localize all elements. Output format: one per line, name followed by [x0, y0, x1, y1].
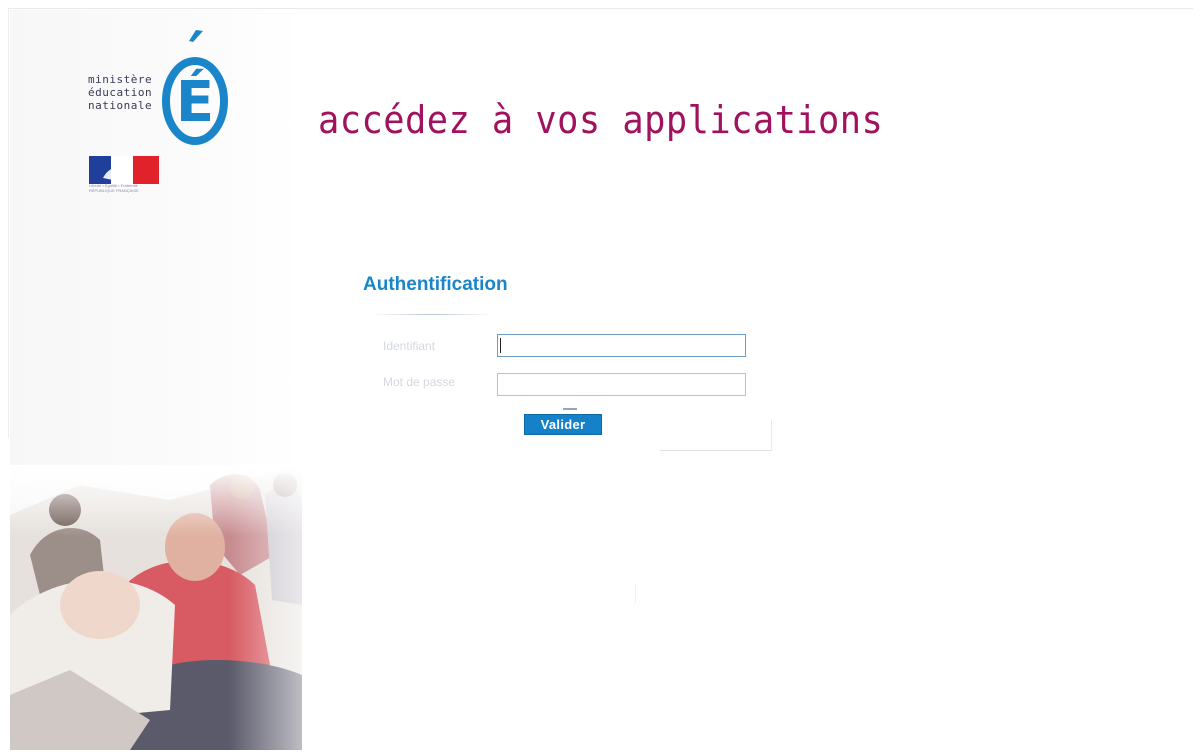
accent-mark-icon — [189, 30, 203, 42]
republique-francaise-flag-icon — [89, 156, 159, 184]
emblem-letter: É — [176, 69, 214, 135]
identifier-label: Identifiant — [383, 339, 436, 353]
top-border — [8, 8, 1193, 9]
form-frame-bottom-edge — [660, 450, 772, 451]
page-headline: accédez à vos applications — [318, 98, 884, 142]
password-label: Mot de passe — [383, 375, 456, 389]
auth-title-divider — [372, 314, 492, 315]
faint-mark — [635, 585, 636, 603]
flag-caption: Liberté • Égalité • Fraternité RÉPUBLIQU… — [89, 183, 169, 193]
login-page: ministère éducation nationale É Liberté … — [0, 0, 1201, 755]
left-border — [8, 8, 9, 438]
form-frame-right-edge — [771, 420, 772, 450]
button-top-mark — [563, 408, 577, 410]
auth-title: Authentification — [363, 274, 508, 295]
identifier-input[interactable] — [497, 334, 746, 357]
education-nationale-logo-icon: É — [162, 57, 228, 145]
text-cursor — [500, 338, 501, 353]
submit-button[interactable]: Valider — [524, 414, 602, 435]
password-input[interactable] — [497, 373, 746, 396]
students-photo — [10, 465, 302, 750]
flag-caption-line-2: RÉPUBLIQUE FRANÇAISE — [89, 188, 139, 193]
